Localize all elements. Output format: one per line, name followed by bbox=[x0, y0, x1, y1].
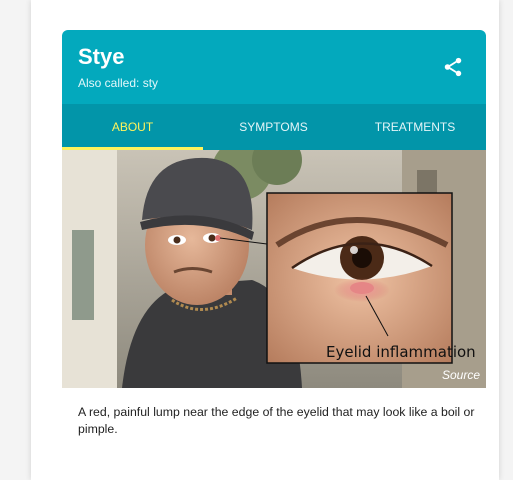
tab-treatments[interactable]: TREATMENTS bbox=[344, 104, 486, 150]
condition-illustration[interactable]: Eyelid inflammation Source bbox=[62, 150, 486, 388]
tab-symptoms[interactable]: SYMPTOMS bbox=[203, 104, 344, 150]
share-icon[interactable] bbox=[442, 56, 464, 78]
condition-title: Stye bbox=[78, 44, 125, 69]
tab-about-label: ABOUT bbox=[111, 120, 154, 134]
card-header: Stye Also called: sty bbox=[62, 30, 486, 104]
health-card: Stye Also called: sty ABOUT SYMPTOMS TRE… bbox=[62, 30, 486, 450]
condition-alias: Also called: sty bbox=[78, 76, 159, 90]
source-link[interactable]: Source bbox=[442, 368, 480, 382]
tab-bar: ABOUT SYMPTOMS TREATMENTS bbox=[62, 104, 486, 150]
tab-treatments-label: TREATMENTS bbox=[374, 120, 456, 134]
tab-about[interactable]: ABOUT bbox=[62, 104, 203, 150]
tab-symptoms-label: SYMPTOMS bbox=[239, 120, 308, 134]
condition-description: A red, painful lump near the edge of the… bbox=[78, 405, 475, 436]
callout-label: Eyelid inflammation bbox=[326, 343, 476, 361]
